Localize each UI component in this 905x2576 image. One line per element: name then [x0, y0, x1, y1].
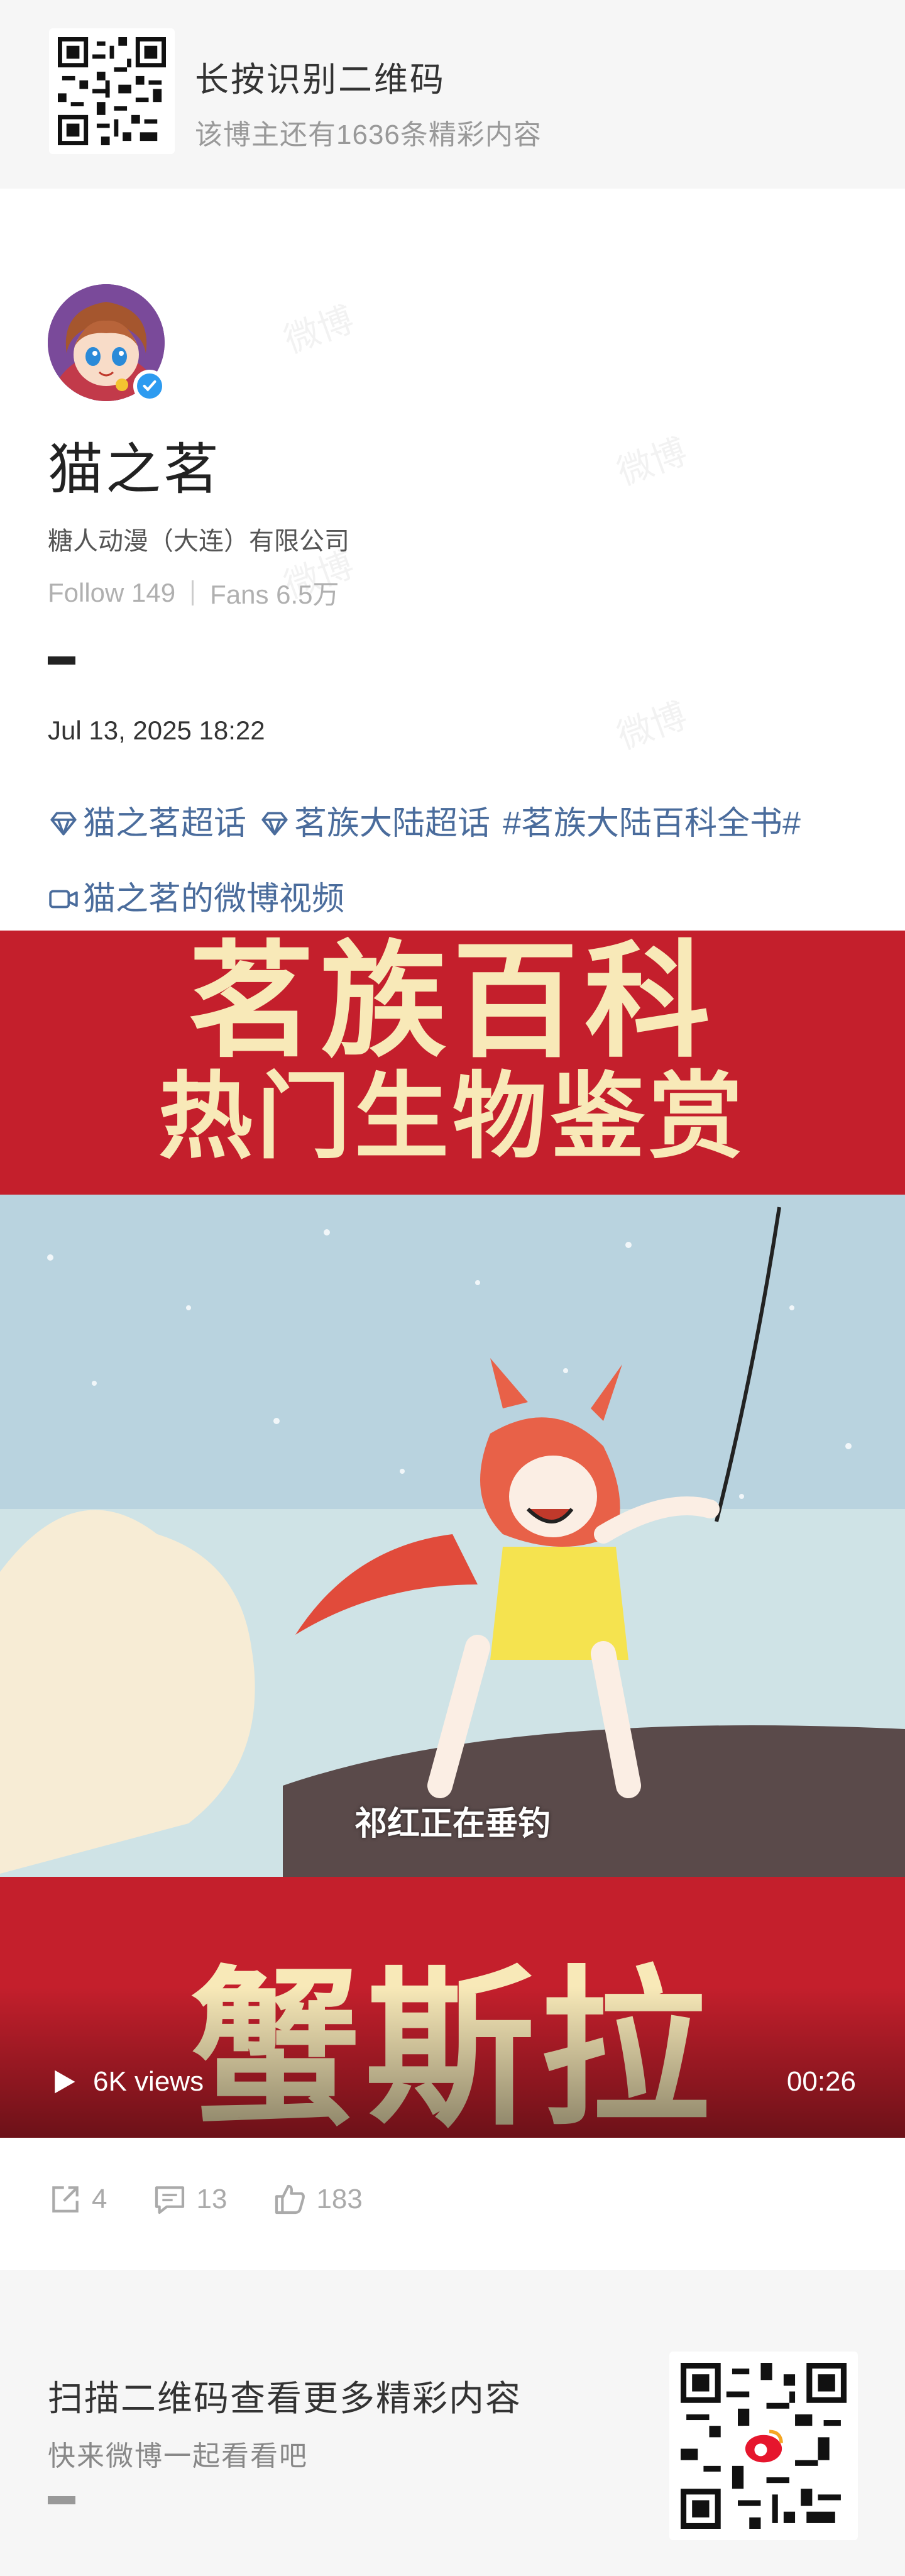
like-button[interactable]: 183 — [272, 2182, 363, 2217]
qr-subtitle: 该博主还有1636条精彩内容 — [195, 119, 542, 150]
view-count: 6K views — [93, 2066, 204, 2097]
watermark: 微博 — [612, 431, 693, 494]
qr-code-icon — [681, 2363, 847, 2529]
qr-code-icon — [58, 37, 166, 145]
footer-subtitle: 快来微博一起看看吧 — [48, 2441, 308, 2472]
post-actions: 4 13 183 — [48, 2182, 408, 2217]
qr-code-bottom[interactable] — [669, 2352, 858, 2540]
video-camera-icon — [49, 890, 78, 909]
user-name[interactable]: 猫之茗 — [48, 425, 221, 505]
footer-divider — [48, 2496, 75, 2504]
super-topic-link[interactable]: 茗族大陆超话 — [259, 786, 490, 861]
footer-qr-section: 扫描二维码查看更多精彩内容 快来微博一起看看吧 — [0, 2270, 905, 2576]
section-divider — [48, 656, 75, 665]
repost-button[interactable]: 4 — [48, 2182, 107, 2217]
qr-code-top[interactable] — [49, 28, 175, 154]
video-link[interactable]: 猫之茗的微博视频 — [48, 861, 344, 937]
post-tags: 猫之茗超话 茗族大陆超话 #茗族大陆百科全书# 猫之茗的微博视频 — [48, 786, 865, 937]
thumbs-up-icon — [275, 2184, 305, 2214]
divider — [192, 580, 194, 605]
watermark: 微博 — [612, 695, 693, 758]
video-overlay — [0, 1987, 905, 2138]
follow-count[interactable]: Follow 149 — [48, 578, 175, 608]
qr-banner: 长按识别二维码 该博主还有1636条精彩内容 — [0, 0, 905, 189]
comment-button[interactable]: 13 — [152, 2182, 227, 2217]
diamond-icon — [261, 812, 288, 836]
hashtag-link[interactable]: #茗族大陆百科全书# — [503, 786, 801, 861]
super-topic-link[interactable]: 猫之茗超话 — [48, 786, 246, 861]
qr-title: 长按识别二维码 — [195, 61, 446, 99]
play-control[interactable]: 6K views — [49, 2066, 204, 2098]
follow-stats: Follow 149 Fans 6.5万 — [48, 573, 339, 612]
share-icon — [52, 2186, 79, 2213]
verified-icon — [133, 370, 166, 402]
fans-count[interactable]: Fans 6.5万 — [210, 573, 339, 612]
comment-icon — [155, 2186, 185, 2214]
video-duration: 00:26 — [786, 2066, 856, 2097]
footer-title: 扫描二维码查看更多精彩内容 — [48, 2379, 522, 2418]
watermark: 微博 — [278, 299, 359, 362]
play-icon[interactable] — [49, 2067, 78, 2096]
post-timestamp: Jul 13, 2025 18:22 — [48, 716, 265, 745]
company-label: 糖人动漫（大连）有限公司 — [48, 528, 349, 555]
video-player[interactable]: 茗族百科 热门生物鉴赏 祁红正在垂钓 蟹斯拉 6K views 00:26 — [0, 931, 905, 2138]
avatar[interactable] — [48, 284, 166, 402]
video-subtitle: 祁红正在垂钓 — [354, 1806, 551, 1842]
diamond-icon — [50, 812, 77, 836]
video-caption-sub: 热门生物鉴赏 — [158, 1061, 747, 1172]
